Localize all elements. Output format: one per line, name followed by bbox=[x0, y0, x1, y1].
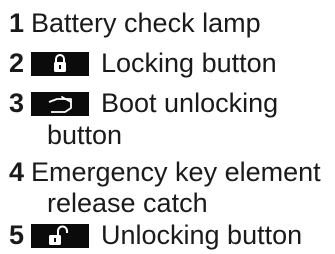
legend-number: 4 bbox=[9, 157, 25, 187]
legend-label: Boot unlocking bbox=[101, 88, 279, 118]
legend-number: 2 bbox=[9, 48, 25, 78]
legend-label: Unlocking button bbox=[101, 220, 303, 250]
key-legend: 1 Battery check lamp 2 Locking button 3 … bbox=[0, 0, 335, 251]
legend-item-1: 1 Battery check lamp bbox=[9, 4, 261, 42]
legend-number: 5 bbox=[9, 220, 25, 250]
legend-label-continuation: button bbox=[47, 120, 123, 150]
legend-number: 1 bbox=[9, 8, 25, 38]
legend-number: 3 bbox=[9, 88, 25, 118]
lock-closed-icon bbox=[31, 52, 89, 76]
legend-item-5: 5 Unlocking button bbox=[9, 216, 302, 254]
lock-open-icon bbox=[31, 224, 89, 248]
legend-label: Battery check lamp bbox=[31, 8, 261, 38]
boot-open-icon bbox=[31, 92, 89, 116]
legend-item-2: 2 Locking button bbox=[9, 44, 277, 82]
legend-label: Locking button bbox=[101, 48, 277, 78]
